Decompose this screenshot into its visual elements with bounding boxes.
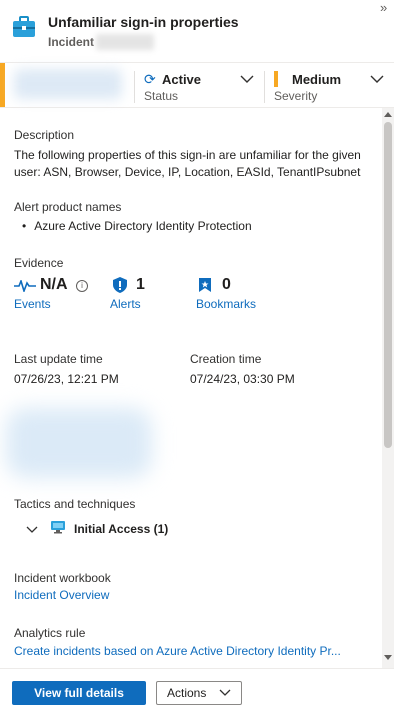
accent-strip xyxy=(0,63,5,107)
creation-value: 07/24/23, 03:30 PM xyxy=(190,372,295,386)
incident-header: Unfamiliar sign-in properties Incident » xyxy=(0,0,394,62)
evidence-bookmarks: 0 Bookmarks xyxy=(196,276,286,316)
workbook-label: Incident workbook xyxy=(14,571,111,585)
scrollbar-thumb[interactable] xyxy=(384,122,392,448)
chevron-down-icon xyxy=(240,75,254,83)
actions-dropdown-button[interactable]: Actions xyxy=(156,681,242,705)
bookmarks-count: 0 xyxy=(222,276,231,293)
creation-label: Creation time xyxy=(190,352,262,366)
shield-icon xyxy=(113,277,127,293)
evidence-label: Evidence xyxy=(14,256,64,270)
chevron-down-icon xyxy=(219,689,231,696)
redacted-owner xyxy=(14,69,122,99)
tactic-item-initial-access[interactable]: Initial Access (1) xyxy=(24,518,224,540)
tactic-label: Initial Access (1) xyxy=(74,522,169,536)
events-count: N/A xyxy=(40,276,68,293)
bookmark-icon xyxy=(199,278,211,292)
evidence-events: N/A i Events xyxy=(14,276,104,316)
tactics-label: Tactics and techniques xyxy=(14,497,136,511)
alerts-count: 1 xyxy=(136,276,145,293)
footer: View full details Actions xyxy=(0,668,394,713)
chevron-down-icon xyxy=(370,75,384,83)
scroll-up-arrow[interactable] xyxy=(384,112,392,117)
divider xyxy=(264,71,265,103)
info-icon[interactable]: i xyxy=(76,280,88,292)
redacted-entities xyxy=(6,408,152,478)
page-subtitle: Incident xyxy=(48,35,95,49)
workbook-link[interactable]: Incident Overview xyxy=(14,588,109,602)
status-label: Status xyxy=(144,89,179,103)
briefcase-icon xyxy=(12,16,36,38)
bookmarks-link[interactable]: Bookmarks xyxy=(196,297,256,311)
alert-products-label: Alert product names xyxy=(14,200,122,214)
status-bar: ⟳ Active Status Medium Severity xyxy=(0,62,394,108)
refresh-icon: ⟳ xyxy=(144,71,156,87)
alerts-link[interactable]: Alerts xyxy=(110,297,141,311)
pulse-icon xyxy=(14,280,36,292)
page-title: Unfamiliar sign-in properties xyxy=(48,14,239,30)
actions-label: Actions xyxy=(167,686,207,700)
status-value: Active xyxy=(162,72,202,87)
alert-product-item: • Azure Active Directory Identity Protect… xyxy=(22,219,252,233)
analytics-link[interactable]: Create incidents based on Azure Active D… xyxy=(14,644,341,658)
divider xyxy=(134,71,135,103)
evidence-alerts: 1 Alerts xyxy=(110,276,180,316)
last-update-label: Last update time xyxy=(14,352,103,366)
severity-indicator xyxy=(274,71,278,87)
severity-value: Medium xyxy=(292,72,342,87)
last-update-value: 07/26/23, 12:21 PM xyxy=(14,372,119,386)
severity-dropdown[interactable]: Medium Severity xyxy=(270,69,390,103)
monitor-icon xyxy=(51,521,65,534)
bullet: • xyxy=(22,219,27,233)
events-link[interactable]: Events xyxy=(14,297,51,311)
view-full-details-button[interactable]: View full details xyxy=(12,681,146,705)
description-text: The following properties of this sign-in… xyxy=(14,148,361,179)
scrollbar[interactable] xyxy=(382,108,394,668)
severity-label: Severity xyxy=(274,89,318,103)
status-dropdown[interactable]: ⟳ Active Status xyxy=(140,69,260,103)
expand-button[interactable]: » xyxy=(380,0,387,15)
analytics-label: Analytics rule xyxy=(14,626,86,640)
description-label: Description xyxy=(14,128,75,142)
scroll-down-arrow[interactable] xyxy=(384,655,392,660)
redacted-incident-id xyxy=(96,34,154,50)
chevron-down-icon xyxy=(26,526,38,533)
